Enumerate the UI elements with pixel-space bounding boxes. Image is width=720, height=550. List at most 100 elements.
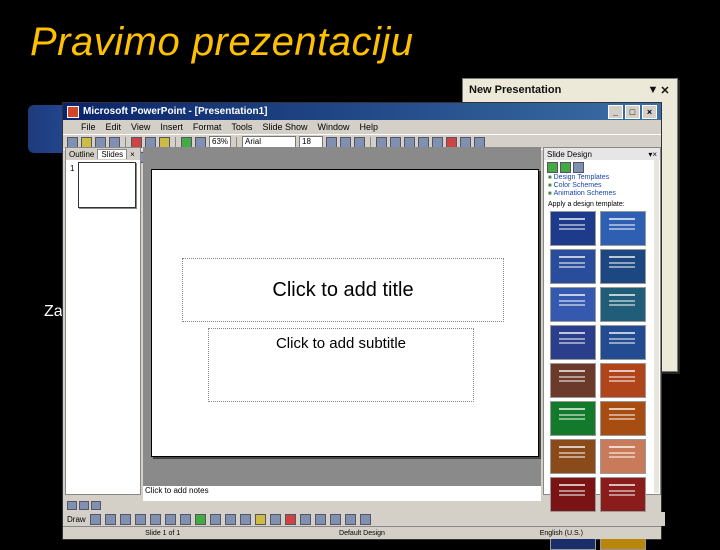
subtitle-placeholder[interactable]: Click to add subtitle	[208, 328, 474, 402]
close-window-button[interactable]: ×	[642, 104, 657, 119]
select-arrow-icon[interactable]	[89, 513, 101, 525]
view-buttons	[65, 501, 141, 511]
back-icon[interactable]	[547, 161, 558, 173]
design-template-thumbnail[interactable]	[550, 325, 596, 360]
slide-thumbnail[interactable]	[78, 162, 136, 208]
numbering-icon[interactable]	[432, 136, 444, 148]
cut-icon[interactable]	[131, 136, 142, 148]
title-placeholder[interactable]: Click to add title	[182, 258, 504, 322]
color-schemes-link[interactable]: Color Schemes	[544, 182, 660, 190]
bullets-icon[interactable]	[418, 136, 430, 148]
design-template-thumbnail[interactable]	[600, 211, 646, 246]
menu-tools[interactable]: Tools	[231, 122, 252, 132]
underline-icon[interactable]	[354, 136, 366, 148]
menu-format[interactable]: Format	[193, 122, 222, 132]
design-template-thumbnail[interactable]	[600, 287, 646, 322]
arrow-style-icon[interactable]	[329, 513, 341, 525]
arrow-icon[interactable]	[134, 513, 146, 525]
design-template-thumbnail[interactable]	[550, 363, 596, 398]
close-icon[interactable]: ✕	[659, 84, 671, 97]
close-icon[interactable]: ×	[652, 150, 657, 159]
design-template-thumbnail[interactable]	[550, 401, 596, 436]
picture-icon[interactable]	[239, 513, 251, 525]
design-template-thumbnail[interactable]	[550, 287, 596, 322]
autoshapes-icon[interactable]	[104, 513, 116, 525]
new-slide-icon[interactable]	[474, 136, 486, 148]
normal-view-icon[interactable]	[67, 501, 77, 510]
draw-menu[interactable]: Draw	[67, 515, 86, 524]
shadow-icon[interactable]	[344, 513, 356, 525]
drawing-toolbar: Draw	[63, 512, 665, 526]
clipart-icon[interactable]	[224, 513, 236, 525]
line-color-icon[interactable]	[269, 513, 281, 525]
design-template-thumbnail[interactable]	[600, 249, 646, 284]
line-style-icon[interactable]	[299, 513, 311, 525]
design-template-thumbnail[interactable]	[550, 439, 596, 474]
maximize-button[interactable]: □	[625, 104, 640, 119]
menu-view[interactable]: View	[131, 122, 150, 132]
menu-slide-show[interactable]: Slide Show	[262, 122, 307, 132]
design-template-thumbnail[interactable]	[600, 439, 646, 474]
menu-edit[interactable]: Edit	[106, 122, 122, 132]
textbox-icon[interactable]	[179, 513, 191, 525]
bold-icon[interactable]	[326, 136, 338, 148]
chart-icon[interactable]	[181, 136, 192, 148]
design-template-thumbnail[interactable]	[550, 477, 596, 512]
design-template-thumbnail[interactable]	[550, 249, 596, 284]
save-icon[interactable]	[95, 136, 106, 148]
oval-icon[interactable]	[164, 513, 176, 525]
thumbnail-number: 1	[70, 164, 75, 173]
fill-color-icon[interactable]	[254, 513, 266, 525]
design-template-thumbnail[interactable]	[550, 211, 596, 246]
italic-icon[interactable]	[340, 136, 352, 148]
window-titlebar: Microsoft PowerPoint - [Presentation1] _…	[63, 103, 661, 120]
new-icon[interactable]	[67, 136, 78, 148]
window-title: Microsoft PowerPoint - [Presentation1]	[83, 106, 268, 117]
task-pane-scrollbar[interactable]	[654, 159, 659, 493]
copy-icon[interactable]	[145, 136, 156, 148]
slide-show-icon[interactable]	[91, 501, 101, 510]
align-right-icon[interactable]	[404, 136, 416, 148]
status-bar: Slide 1 of 1 Default Design English (U.S…	[63, 526, 661, 539]
design-template-thumbnail[interactable]	[600, 477, 646, 512]
align-left-icon[interactable]	[376, 136, 388, 148]
notes-pane[interactable]: Click to add notes	[143, 485, 541, 501]
design-templates-link[interactable]: Design Templates	[544, 174, 660, 182]
menu-file[interactable]: File	[81, 122, 96, 132]
chevron-down-icon[interactable]: ▼	[647, 84, 659, 96]
wordart-icon[interactable]	[194, 513, 206, 525]
home-icon[interactable]	[573, 161, 584, 173]
diagram-icon[interactable]	[209, 513, 221, 525]
font-color-icon[interactable]	[446, 136, 458, 148]
minimize-button[interactable]: _	[608, 104, 623, 119]
design-template-thumbnail[interactable]	[600, 363, 646, 398]
font-color-draw-icon[interactable]	[284, 513, 296, 525]
powerpoint-window: Microsoft PowerPoint - [Presentation1] _…	[62, 102, 665, 550]
dash-style-icon[interactable]	[314, 513, 326, 525]
3d-icon[interactable]	[359, 513, 371, 525]
paste-icon[interactable]	[159, 136, 170, 148]
close-panel-icon[interactable]: ×	[127, 150, 138, 159]
menu-insert[interactable]: Insert	[160, 122, 183, 132]
rectangle-icon[interactable]	[149, 513, 161, 525]
slide-title: Pravimo prezentaciju	[30, 20, 414, 64]
line-icon[interactable]	[119, 513, 131, 525]
design-icon[interactable]	[460, 136, 472, 148]
status-design: Default Design	[339, 529, 385, 537]
open-icon[interactable]	[81, 136, 92, 148]
design-template-thumbnail[interactable]	[600, 401, 646, 436]
tab-slides[interactable]: Slides	[97, 149, 128, 159]
slide-sorter-icon[interactable]	[79, 501, 89, 510]
slide-body-text: Za	[44, 303, 63, 320]
menu-help[interactable]: Help	[359, 122, 378, 132]
align-center-icon[interactable]	[390, 136, 402, 148]
design-template-thumbnail[interactable]	[600, 325, 646, 360]
forward-icon[interactable]	[560, 161, 571, 173]
animation-schemes-link[interactable]: Animation Schemes	[544, 190, 660, 198]
tab-outline[interactable]: Outline	[66, 150, 97, 159]
design-template-grid	[544, 211, 660, 550]
table-icon[interactable]	[195, 136, 206, 148]
menu-window[interactable]: Window	[317, 122, 349, 132]
slide-canvas[interactable]: Click to add title Click to add subtitle	[151, 169, 539, 457]
print-icon[interactable]	[109, 136, 120, 148]
